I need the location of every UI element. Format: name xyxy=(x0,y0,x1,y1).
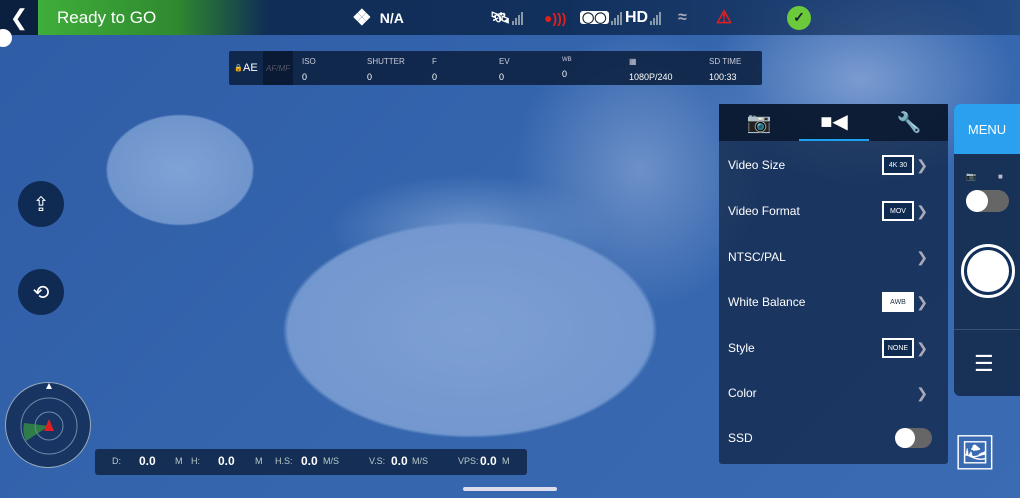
remote-signal-icon[interactable]: ●))) xyxy=(544,0,566,35)
tab-settings[interactable]: 🔧 xyxy=(874,104,944,141)
ae-label: AE xyxy=(243,62,258,74)
ae-lock[interactable]: 🔒 AE xyxy=(229,51,263,85)
home-indicator[interactable] xyxy=(463,487,557,491)
settings-tabs: 📷 ■◀ 🔧 xyxy=(719,104,948,141)
menu-button[interactable]: MENU xyxy=(954,104,1020,154)
gps-signal[interactable]: 🛰 xyxy=(490,0,524,35)
sd-time-readout: SD TIME 100:33 xyxy=(709,57,742,82)
video-camera-icon: ■◀ xyxy=(820,111,848,133)
camera-icon: 📷 xyxy=(746,112,772,134)
telemetry-bar: D: 0.0 M H: 0.0 M H.S: 0.0 M/S V.S: 0.0 M/S VPS:… xyxy=(95,449,527,475)
gallery-button[interactable]: 🖼 xyxy=(946,428,1004,478)
return-home-icon: ⟲ xyxy=(32,281,50,304)
radar-icon xyxy=(20,383,78,455)
video-size-badge: 4K 30 xyxy=(882,155,914,175)
row-ssd: SSD xyxy=(719,423,948,453)
gps-satellite-icon: 🛰 xyxy=(490,9,511,27)
shutter-readout: SHUTTER 0 xyxy=(367,57,405,82)
radar-map[interactable] xyxy=(5,382,91,468)
camera-settings-sliders-icon[interactable]: ☰ xyxy=(974,353,994,375)
row-label: NTSC/PAL xyxy=(728,250,786,264)
video-mode-icon: ■ xyxy=(998,172,1003,181)
flight-status[interactable]: Ready to GO xyxy=(38,0,268,35)
right-control-panel: MENU 📷 ■ ☰ xyxy=(954,104,1020,396)
row-style[interactable]: Style NONE ❯ xyxy=(719,333,948,363)
chevron-right-icon: ❯ xyxy=(916,248,928,265)
row-label: Video Format xyxy=(728,204,800,218)
chevron-right-icon: ❯ xyxy=(916,339,928,356)
chevron-right-icon: ❯ xyxy=(916,384,928,401)
tab-video[interactable]: ■◀ xyxy=(799,104,869,141)
row-video-size[interactable]: Video Size 4K 30 ❯ xyxy=(719,150,948,180)
divider xyxy=(954,329,1020,330)
top-status-bar: ❮ Ready to GO ❖ N/A 🛰 ●))) ◯◯ HD ≈ ⚠ ✓ xyxy=(0,0,1020,35)
takeoff-button[interactable]: ⇪ xyxy=(18,181,64,227)
ev-readout: EV 0 xyxy=(499,57,510,82)
row-label: Style xyxy=(728,341,755,355)
row-label: Color xyxy=(728,386,757,400)
back-icon: ❮ xyxy=(9,4,29,30)
lock-icon: 🔒 xyxy=(234,65,244,72)
aircraft-text: N/A xyxy=(379,9,404,26)
wifi-icon[interactable]: ≈ xyxy=(678,0,687,35)
drone-icon: ❖ xyxy=(352,4,372,30)
af-mf-toggle[interactable]: AF/MF xyxy=(263,51,293,85)
chevron-right-icon: ❯ xyxy=(916,293,928,310)
hd-label: HD xyxy=(625,8,649,26)
chevron-right-icon: ❯ xyxy=(916,202,928,219)
row-video-format[interactable]: Video Format MOV ❯ xyxy=(719,196,948,226)
row-ntsc-pal[interactable]: NTSC/PAL ❯ xyxy=(719,242,948,272)
row-label: Video Size xyxy=(728,158,786,172)
controller-signal[interactable]: ◯◯ xyxy=(580,0,622,35)
battery-warning-icon[interactable]: ⚠ xyxy=(716,0,732,35)
row-label: SSD xyxy=(728,431,753,445)
ssd-toggle[interactable] xyxy=(895,428,932,448)
chevron-right-icon: ❯ xyxy=(916,156,928,173)
video-format-badge: MOV xyxy=(882,201,914,221)
resolution-icon: ▦ xyxy=(629,57,637,66)
tab-photo[interactable]: 📷 xyxy=(724,104,794,141)
check-icon: ✓ xyxy=(787,5,811,30)
resolution-readout: ▦ 1080P/240 xyxy=(629,57,673,82)
white-balance-badge: AWB xyxy=(882,292,914,312)
check-status[interactable]: ✓ xyxy=(787,0,811,35)
camera-settings-panel: 📷 ■◀ 🔧 Video Size 4K 30 ❯ Video Format MOV ❯… xyxy=(719,104,948,464)
menu-label: MENU xyxy=(967,121,1007,137)
photo-mode-icon: 📷 xyxy=(966,172,976,181)
controller-icon: ◯◯ xyxy=(580,11,609,24)
takeoff-icon: ⇪ xyxy=(32,193,50,216)
hd-signal[interactable]: HD xyxy=(625,0,662,35)
row-label: White Balance xyxy=(728,295,806,309)
floating-handle[interactable] xyxy=(0,29,12,47)
style-badge: NONE xyxy=(882,338,914,358)
controller-bars xyxy=(610,11,622,25)
aperture-readout: F0 xyxy=(432,57,438,82)
return-home-button[interactable]: ⟲ xyxy=(18,269,64,315)
photo-video-toggle[interactable] xyxy=(966,190,1009,212)
row-color[interactable]: Color ❯ xyxy=(719,378,948,408)
iso-readout: ISO 0 xyxy=(302,57,316,82)
gallery-icon: 🖼 xyxy=(953,434,997,472)
hd-bars xyxy=(650,11,662,25)
gps-bars xyxy=(512,11,524,25)
aircraft-status[interactable]: ❖ N/A xyxy=(352,0,404,35)
row-white-balance[interactable]: White Balance AWB ❯ xyxy=(719,287,948,317)
wrench-icon: 🔧 xyxy=(896,112,922,134)
ready-status-text: Ready to GO xyxy=(57,7,157,27)
wb-readout: WB 0 xyxy=(562,57,572,79)
shutter-button[interactable] xyxy=(961,244,1015,298)
exposure-bar[interactable]: 🔒 AE AF/MF ISO 0 SHUTTER 0 F0 EV 0 WB 0 ▦ 1080… xyxy=(229,51,762,85)
